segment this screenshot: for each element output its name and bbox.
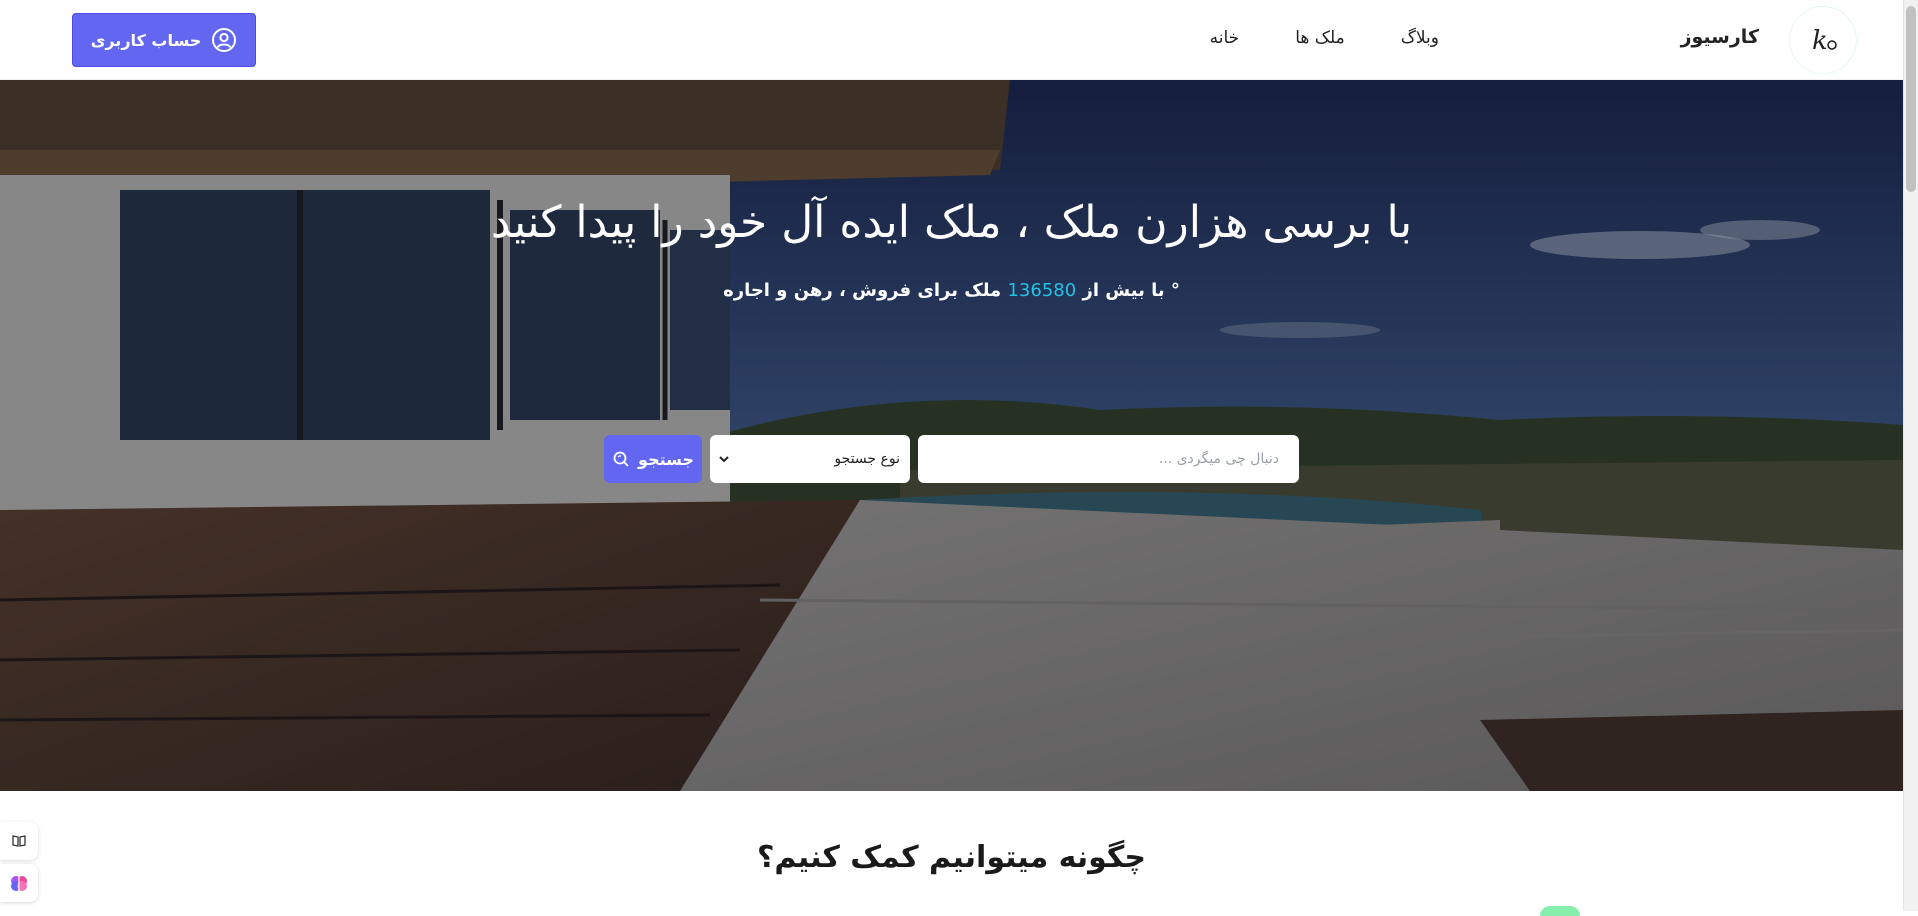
- search-type-select[interactable]: نوع جستجو: [710, 435, 910, 483]
- brain-icon: [11, 876, 27, 891]
- main-nav: خانه ملک ها وبلاگ: [1182, 28, 1467, 48]
- nav-item-blog[interactable]: وبلاگ: [1373, 28, 1467, 48]
- hero-subtitle: ° با بیش از 136580 ملک برای فروش ، رهن و…: [0, 280, 1903, 301]
- page-scrollbar[interactable]: [1903, 0, 1918, 911]
- chevron-down-icon: [719, 456, 729, 463]
- site-header: k کارسیوز خانه ملک ها وبلاگ حساب کاربری: [0, 0, 1903, 80]
- nav-item-properties[interactable]: ملک ها: [1267, 28, 1373, 48]
- bullet-icon: °: [1170, 280, 1180, 301]
- search-icon: [613, 451, 629, 467]
- hero-sub-prefix: با بیش از: [1082, 280, 1165, 301]
- svg-text:k: k: [1812, 26, 1828, 56]
- book-tool[interactable]: [0, 822, 38, 860]
- hero-sub-suffix: ملک برای فروش ، رهن و اجاره: [723, 280, 1002, 301]
- logo[interactable]: k: [1789, 6, 1857, 74]
- book-icon: [12, 835, 26, 847]
- search-type-value: نوع جستجو: [834, 451, 900, 467]
- user-circle-icon: [212, 28, 237, 52]
- scrollbar-thumb[interactable]: [1906, 6, 1916, 192]
- brain-tool[interactable]: [0, 864, 38, 902]
- hero-title: با برسی هزارن ملک ، ملک ایده آل خود را پ…: [490, 197, 1413, 248]
- k-logo-icon: k: [1812, 26, 1837, 56]
- search-input[interactable]: [918, 435, 1299, 483]
- search-button-label: جستجو: [638, 449, 694, 469]
- chat-widget-edge[interactable]: [1540, 906, 1580, 916]
- property-count: 136580: [1007, 280, 1077, 301]
- hero-section: با برسی هزارن ملک ، ملک ایده آل خود را پ…: [0, 80, 1903, 791]
- account-button[interactable]: حساب کاربری: [72, 13, 256, 67]
- nav-item-home[interactable]: خانه: [1182, 28, 1268, 48]
- help-section-title: چگونه میتوانیم کمک کنیم؟: [756, 840, 1146, 875]
- account-button-label: حساب کاربری: [90, 30, 202, 50]
- search-button[interactable]: جستجو: [604, 435, 702, 483]
- brand-name[interactable]: کارسیوز: [1681, 26, 1759, 48]
